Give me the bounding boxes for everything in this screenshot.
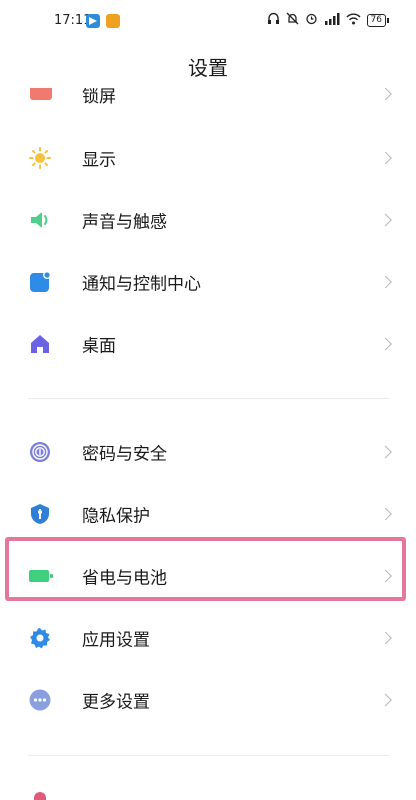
settings-item-privacy[interactable]: 隐私保护 <box>0 483 416 545</box>
mute-bell-icon <box>286 12 299 28</box>
page-title: 设置 <box>188 56 228 80</box>
lock-screen-icon <box>30 88 52 100</box>
speaker-icon <box>29 209 51 231</box>
settings-item-label: 显示 <box>82 150 116 171</box>
settings-item-notifications[interactable]: 通知与控制中心 <box>0 251 416 313</box>
settings-item-label: 更多设置 <box>82 692 150 713</box>
gear-icon <box>29 627 51 649</box>
notification-app-icon-2 <box>106 14 120 28</box>
chevron-right-icon <box>379 151 392 165</box>
settings-item-label: 密码与安全 <box>82 444 167 465</box>
notification-icon <box>29 271 51 293</box>
status-icons: 76 <box>267 12 390 28</box>
chevron-right-icon <box>379 88 392 101</box>
chevron-right-icon <box>379 507 392 521</box>
headphone-icon <box>267 12 280 28</box>
chevron-right-icon <box>379 337 392 351</box>
settings-item-lock-screen[interactable]: 锁屏 <box>0 88 416 108</box>
notification-app-icon <box>86 14 100 28</box>
privacy-shield-icon <box>29 503 51 525</box>
status-bar: 17:11 76 <box>0 0 416 44</box>
settings-item-label: 锁屏 <box>82 88 116 107</box>
partial-row-icon <box>34 792 46 800</box>
chevron-right-icon <box>379 275 392 289</box>
settings-item-label: 应用设置 <box>82 630 150 651</box>
chevron-right-icon <box>379 631 392 645</box>
signal-icon <box>324 12 340 28</box>
settings-item-more-settings[interactable]: 更多设置 <box>0 669 416 731</box>
wifi-icon <box>346 13 361 28</box>
chevron-right-icon <box>379 213 392 227</box>
battery-indicator: 76 <box>366 13 390 27</box>
settings-item-desktop[interactable]: 桌面 <box>0 313 416 375</box>
settings-item-label: 通知与控制中心 <box>82 274 201 295</box>
section-divider <box>28 755 390 756</box>
settings-item-display[interactable]: 显示 <box>0 127 416 189</box>
alarm-icon <box>305 12 318 28</box>
settings-item-partial[interactable] <box>0 790 416 800</box>
more-dots-icon <box>29 689 51 711</box>
settings-item-label: 桌面 <box>82 336 116 357</box>
settings-item-label: 隐私保护 <box>82 506 150 527</box>
section-divider <box>28 398 390 399</box>
fingerprint-icon <box>29 441 51 463</box>
chevron-right-icon <box>379 445 392 459</box>
sun-icon <box>29 147 51 169</box>
settings-item-label: 声音与触感 <box>82 212 167 233</box>
highlight-box <box>5 537 406 601</box>
settings-item-app-settings[interactable]: 应用设置 <box>0 607 416 669</box>
settings-item-sound[interactable]: 声音与触感 <box>0 189 416 251</box>
home-icon <box>29 333 51 355</box>
chevron-right-icon <box>379 693 392 707</box>
settings-item-password-security[interactable]: 密码与安全 <box>0 421 416 483</box>
